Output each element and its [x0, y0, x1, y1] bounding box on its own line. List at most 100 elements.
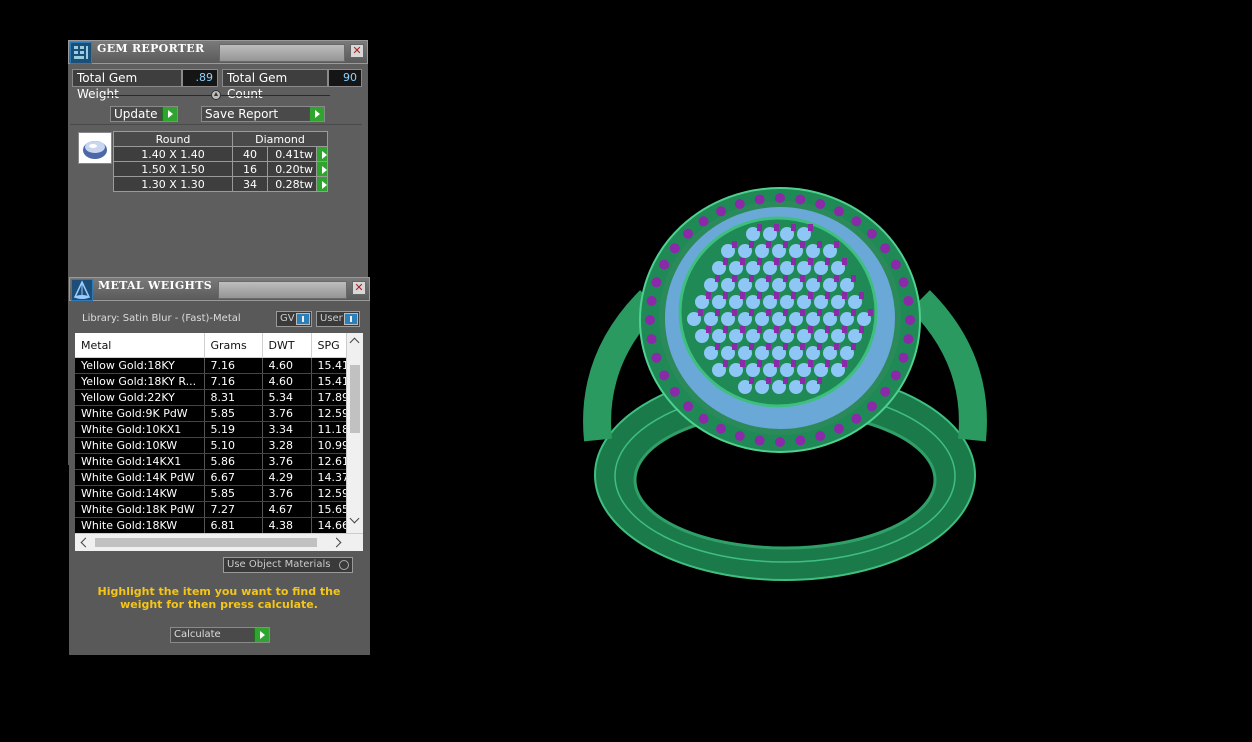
gem-weight-cell: 0.28tw: [267, 176, 317, 192]
gem-prong: [740, 258, 745, 265]
gem-row-select-button[interactable]: [316, 146, 328, 162]
gem-prong: [723, 326, 728, 333]
gem-prong: [715, 309, 720, 316]
use-object-materials-toggle[interactable]: Use Object Materials: [223, 557, 353, 573]
save-report-button[interactable]: Save Report: [201, 106, 325, 122]
horizontal-scrollbar[interactable]: [75, 533, 363, 551]
gem-prong: [774, 292, 779, 299]
gem-prong: [825, 292, 830, 299]
close-icon: ✕: [354, 281, 364, 294]
scroll-down-icon[interactable]: [349, 513, 360, 524]
gem-reporter-title: GEM REPORTER: [97, 42, 205, 55]
gem-row-select-button[interactable]: [316, 161, 328, 177]
metal-weights-icon: [71, 279, 93, 301]
table-row[interactable]: White Gold:18KW 6.81 4.38 14.66: [75, 517, 356, 534]
column-header-metal[interactable]: Metal: [75, 333, 205, 358]
gem-prong: [740, 292, 745, 299]
table-row[interactable]: Yellow Gold:22KY 8.31 5.34 17.89: [75, 389, 356, 406]
horizontal-scroll-thumb[interactable]: [95, 538, 317, 547]
gem-count-cell: 16: [232, 161, 268, 177]
gv-toggle-label: GV: [280, 313, 295, 324]
gem-summary-table: Round Diamond 1.40 X 1.40 40 0.41tw 1.50…: [113, 131, 328, 192]
gem-prong: [749, 241, 754, 248]
vertical-scrollbar[interactable]: [346, 333, 363, 533]
gem-reporter-close-button[interactable]: ✕: [350, 44, 364, 58]
gem-prong: [774, 258, 779, 265]
gv-toggle[interactable]: GV: [276, 311, 312, 327]
metal-name-cell: White Gold:14KW: [75, 485, 205, 502]
table-row[interactable]: White Gold:18K PdW 7.27 4.67 15.65: [75, 501, 356, 518]
halo-prong: [903, 295, 914, 306]
gem-prong: [817, 275, 822, 282]
play-arrow-icon: [309, 107, 324, 121]
halo-prong: [683, 228, 694, 239]
gem-prong: [783, 241, 788, 248]
scroll-right-icon[interactable]: [331, 537, 342, 548]
gem-reporter-titlebar[interactable]: GEM REPORTER ✕: [68, 40, 368, 64]
gem-prong: [791, 360, 796, 367]
halo-prong: [754, 194, 765, 205]
table-row[interactable]: White Gold:9K PdW 5.85 3.76 12.59: [75, 405, 356, 422]
table-row[interactable]: 1.40 X 1.40 40 0.41tw: [113, 146, 328, 162]
gem-prong: [859, 326, 864, 333]
gem-prong: [715, 343, 720, 350]
gem-prong: [732, 241, 737, 248]
table-row[interactable]: Yellow Gold:18KY 7.16 4.60 15.41: [75, 357, 356, 374]
vertical-scroll-thumb[interactable]: [350, 365, 360, 433]
metal-list[interactable]: Metal Grams DWT SPG Yellow Gold:18KY 7.16…: [75, 333, 363, 551]
gem-row-select-button[interactable]: [316, 176, 328, 192]
halo-prong: [734, 199, 745, 209]
metal-name-cell: White Gold:18K PdW: [75, 501, 205, 518]
metal-grams-cell: 6.67: [204, 469, 263, 486]
play-arrow-icon: [322, 181, 327, 189]
gem-prong: [774, 224, 779, 231]
metal-name-cell: White Gold:14KX1: [75, 453, 205, 470]
gem-prong: [732, 275, 737, 282]
halo-prong: [775, 437, 785, 447]
gem-prong: [842, 360, 847, 367]
toggle-switch-icon: [296, 313, 310, 325]
total-gem-count-value: 90: [328, 69, 362, 87]
metal-dwt-cell: 4.29: [262, 469, 312, 486]
scroll-left-icon[interactable]: [80, 537, 91, 548]
gem-reporter-drag-bar[interactable]: [219, 44, 345, 62]
metal-dwt-cell: 5.34: [262, 389, 312, 406]
gem-prong: [757, 292, 762, 299]
user-toggle[interactable]: User: [316, 311, 360, 327]
metal-weights-drag-bar[interactable]: [218, 281, 347, 299]
table-row[interactable]: White Gold:10KW 5.10 3.28 10.99: [75, 437, 356, 454]
metal-weights-close-button[interactable]: ✕: [352, 281, 366, 295]
metal-grams-cell: 8.31: [204, 389, 263, 406]
calculate-button[interactable]: Calculate: [170, 627, 270, 643]
total-gem-weight-value: .89: [182, 69, 218, 87]
total-gem-weight-label: Total Gem Weight: [72, 69, 182, 101]
metal-grams-cell: 5.85: [204, 485, 263, 502]
gem-prong: [817, 343, 822, 350]
update-button[interactable]: Update: [110, 106, 178, 122]
gem-prong: [757, 326, 762, 333]
table-row[interactable]: White Gold:14KW 5.85 3.76 12.59: [75, 485, 356, 502]
scroll-up-icon[interactable]: [349, 337, 360, 348]
gem-prong: [766, 377, 771, 384]
gem-prong: [791, 258, 796, 265]
metal-name-cell: White Gold:9K PdW: [75, 405, 205, 422]
play-arrow-icon: [254, 628, 269, 642]
table-row[interactable]: Yellow Gold:18KY R... 7.16 4.60 15.41: [75, 373, 356, 390]
table-row[interactable]: White Gold:14KX1 5.86 3.76 12.61: [75, 453, 356, 470]
round-gem-thumbnail[interactable]: [78, 132, 112, 164]
metal-grams-cell: 5.85: [204, 405, 263, 422]
gem-prong: [842, 292, 847, 299]
table-row[interactable]: 1.30 X 1.30 34 0.28tw: [113, 176, 328, 192]
gem-prong: [825, 360, 830, 367]
metal-name-cell: White Gold:14K PdW: [75, 469, 205, 486]
3d-viewport[interactable]: [580, 180, 990, 600]
table-row[interactable]: White Gold:10KX1 5.19 3.34 11.18: [75, 421, 356, 438]
column-header-dwt[interactable]: DWT: [262, 333, 312, 358]
table-row[interactable]: White Gold:14K PdW 6.67 4.29 14.37: [75, 469, 356, 486]
splitter-handle[interactable]: [211, 90, 221, 100]
halo-prong: [775, 193, 785, 203]
halo-prong: [645, 315, 655, 325]
column-header-grams[interactable]: Grams: [204, 333, 263, 358]
metal-weights-titlebar[interactable]: METAL WEIGHTS ✕: [69, 277, 370, 301]
table-row[interactable]: 1.50 X 1.50 16 0.20tw: [113, 161, 328, 177]
